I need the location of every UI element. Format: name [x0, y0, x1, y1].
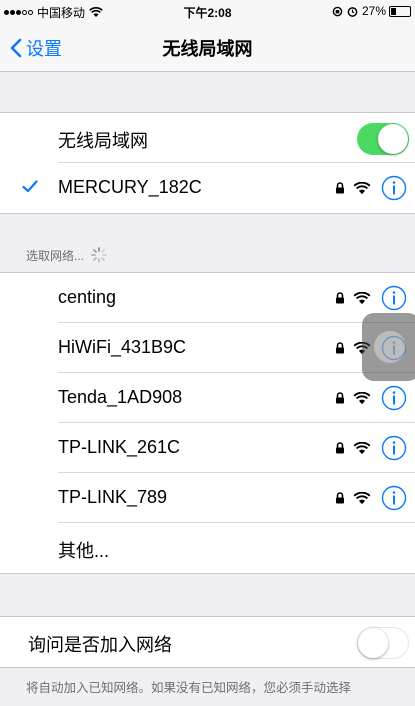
- lock-icon: [336, 492, 344, 504]
- ask-to-join-row: 询问是否加入网络: [0, 617, 415, 667]
- assistive-touch-button[interactable]: [362, 313, 415, 381]
- info-icon[interactable]: [381, 385, 407, 411]
- battery-icon: [389, 5, 411, 17]
- lock-icon: [336, 182, 344, 194]
- network-name: centing: [58, 287, 117, 307]
- status-right: 27%: [332, 4, 411, 18]
- wifi-signal-icon: [353, 291, 371, 304]
- info-icon[interactable]: [381, 285, 407, 311]
- lock-icon: [336, 342, 344, 354]
- network-list: centing HiWiFi_431B9C Tenda_1AD908 TP-LI…: [0, 272, 415, 574]
- wifi-group: 无线局域网 MERCURY_182C: [0, 112, 415, 214]
- battery-percent: 27%: [361, 4, 386, 18]
- lock-icon: [336, 292, 344, 304]
- connected-network-row[interactable]: MERCURY_182C: [0, 163, 415, 213]
- choose-network-label: 选取网络...: [26, 248, 85, 263]
- wifi-signal-icon: [353, 491, 371, 504]
- network-row[interactable]: centing: [0, 273, 415, 323]
- network-name: TP-LINK_261C: [58, 437, 181, 457]
- page-title: 无线局域网: [162, 39, 253, 59]
- navigation-bar: 设置 无线局域网: [0, 22, 415, 72]
- ask-to-join-switch[interactable]: [357, 627, 409, 659]
- lock-icon: [336, 392, 344, 404]
- network-name: Tenda_1AD908: [58, 387, 183, 407]
- network-row[interactable]: Tenda_1AD908: [0, 373, 415, 423]
- connected-network-name: MERCURY_182C: [58, 177, 202, 197]
- other-network-label: 其他...: [58, 541, 110, 561]
- wifi-toggle-switch[interactable]: [357, 123, 409, 155]
- info-icon[interactable]: [381, 175, 407, 201]
- info-icon[interactable]: [381, 435, 407, 461]
- ask-to-join-group: 询问是否加入网络: [0, 616, 415, 668]
- network-row[interactable]: TP-LINK_261C: [0, 423, 415, 473]
- ask-to-join-label: 询问是否加入网络: [28, 635, 172, 655]
- spinner-icon: [91, 247, 107, 263]
- wifi-signal-icon: [353, 391, 371, 404]
- rotation-lock-icon: [332, 6, 343, 16]
- wifi-signal-icon: [353, 441, 371, 454]
- lock-icon: [336, 442, 344, 454]
- other-network-row[interactable]: 其他...: [0, 523, 415, 573]
- network-name: HiWiFi_431B9C: [58, 337, 187, 357]
- network-name: TP-LINK_789: [58, 487, 168, 507]
- network-row[interactable]: TP-LINK_789: [0, 473, 415, 523]
- alarm-icon: [347, 6, 358, 17]
- network-row[interactable]: HiWiFi_431B9C: [0, 323, 415, 373]
- checkmark-icon: [22, 180, 38, 193]
- wifi-toggle-row: 无线局域网: [0, 113, 415, 163]
- wifi-toggle-label: 无线局域网: [58, 131, 148, 151]
- wifi-signal-icon: [353, 181, 371, 194]
- status-bar: 中国移动 下午2:08 27%: [0, 0, 415, 22]
- info-icon[interactable]: [381, 485, 407, 511]
- choose-network-header: 选取网络...: [26, 246, 108, 264]
- ask-to-join-description: 将自动加入已知网络。如果没有已知网络，您必须手动选择: [26, 681, 352, 695]
